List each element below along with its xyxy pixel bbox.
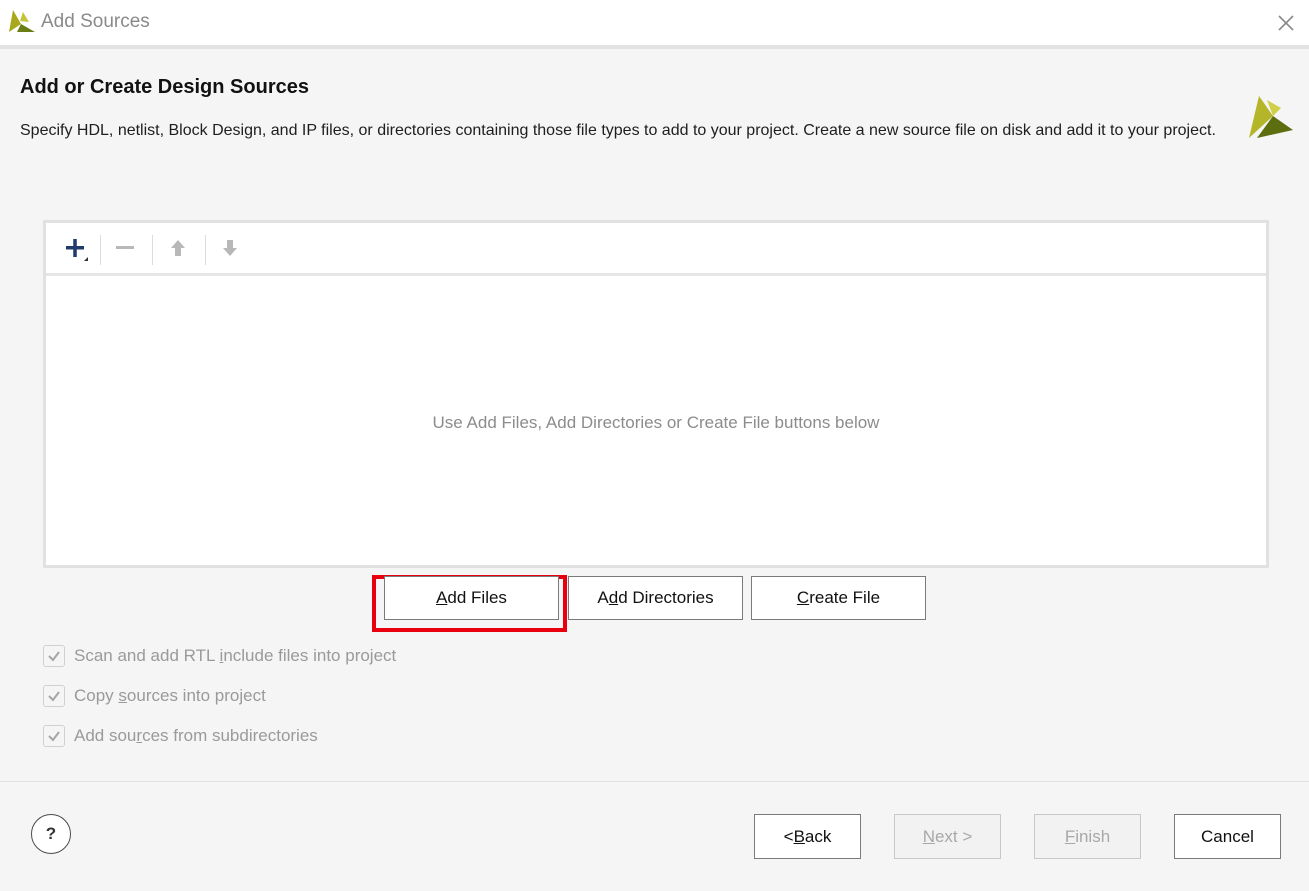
check-icon bbox=[48, 651, 60, 662]
close-icon[interactable] bbox=[1271, 8, 1301, 38]
finish-button[interactable]: Finish bbox=[1034, 814, 1141, 859]
next-button[interactable]: Next > bbox=[894, 814, 1001, 859]
footer-divider bbox=[0, 781, 1309, 782]
cancel-button[interactable]: Cancel bbox=[1174, 814, 1281, 859]
empty-list-hint: Use Add Files, Add Directories or Create… bbox=[432, 413, 880, 432]
add-subdirectories-checkbox[interactable] bbox=[43, 725, 65, 747]
create-file-button[interactable]: Create File bbox=[751, 576, 926, 620]
window-title: Add Sources bbox=[41, 11, 150, 32]
window-titlebar: Add Sources bbox=[0, 0, 1309, 45]
copy-sources-label: Copy sources into project bbox=[74, 686, 266, 705]
toolbar-divider bbox=[152, 235, 153, 265]
help-icon: ? bbox=[45, 824, 57, 843]
page-title: Add or Create Design Sources bbox=[20, 76, 309, 98]
add-directories-button[interactable]: Add Directories bbox=[568, 576, 743, 620]
arrow-down-icon bbox=[223, 240, 237, 256]
plus-icon bbox=[66, 239, 88, 261]
toolbar-divider bbox=[205, 235, 206, 265]
add-subdirectories-label: Add sources from subdirectories bbox=[74, 726, 318, 745]
vivado-brand-logo-icon bbox=[1249, 96, 1293, 138]
arrow-up-icon bbox=[171, 240, 185, 256]
check-icon bbox=[48, 691, 60, 702]
copy-sources-option[interactable]: Copy sources into project bbox=[43, 683, 266, 709]
toolbar-divider bbox=[100, 235, 101, 265]
scan-rtl-include-label: Scan and add RTL include files into proj… bbox=[74, 646, 397, 665]
move-up-button[interactable] bbox=[163, 233, 193, 263]
source-files-panel: Use Add Files, Add Directories or Create… bbox=[43, 220, 1269, 568]
remove-source-button[interactable] bbox=[110, 233, 140, 263]
files-toolbar bbox=[46, 223, 1266, 276]
scan-rtl-include-option[interactable]: Scan and add RTL include files into proj… bbox=[43, 643, 396, 669]
move-down-button[interactable] bbox=[215, 233, 245, 263]
add-subdirectories-option[interactable]: Add sources from subdirectories bbox=[43, 723, 318, 749]
add-files-button[interactable]: Add Files bbox=[384, 576, 559, 620]
add-source-button[interactable] bbox=[60, 233, 90, 263]
scan-rtl-include-checkbox[interactable] bbox=[43, 645, 65, 667]
minus-icon bbox=[116, 246, 134, 249]
copy-sources-checkbox[interactable] bbox=[43, 685, 65, 707]
page-description: Specify HDL, netlist, Block Design, and … bbox=[20, 122, 1216, 139]
check-icon bbox=[48, 731, 60, 742]
back-button[interactable]: < Back bbox=[754, 814, 861, 859]
vivado-logo-icon bbox=[9, 10, 35, 32]
help-button[interactable]: ? bbox=[31, 814, 71, 854]
